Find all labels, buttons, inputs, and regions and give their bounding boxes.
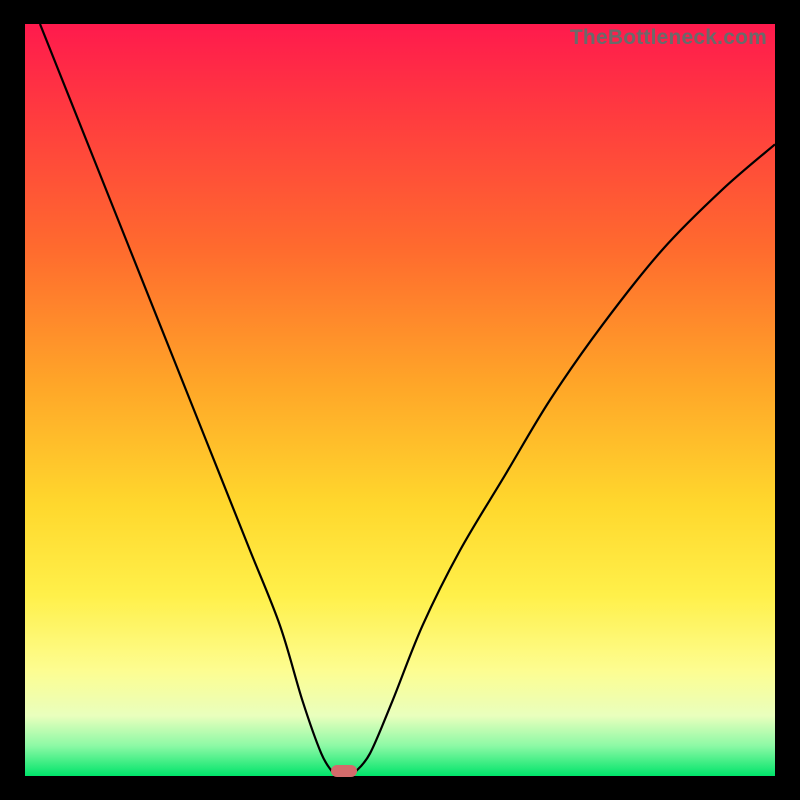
optimal-marker xyxy=(331,765,357,777)
plot-area: TheBottleneck.com xyxy=(25,24,775,776)
curve-right-branch xyxy=(355,144,775,772)
chart-frame: TheBottleneck.com xyxy=(0,0,800,800)
watermark-label: TheBottleneck.com xyxy=(570,26,767,50)
bottleneck-curve xyxy=(25,24,775,776)
curve-left-branch xyxy=(40,24,333,772)
